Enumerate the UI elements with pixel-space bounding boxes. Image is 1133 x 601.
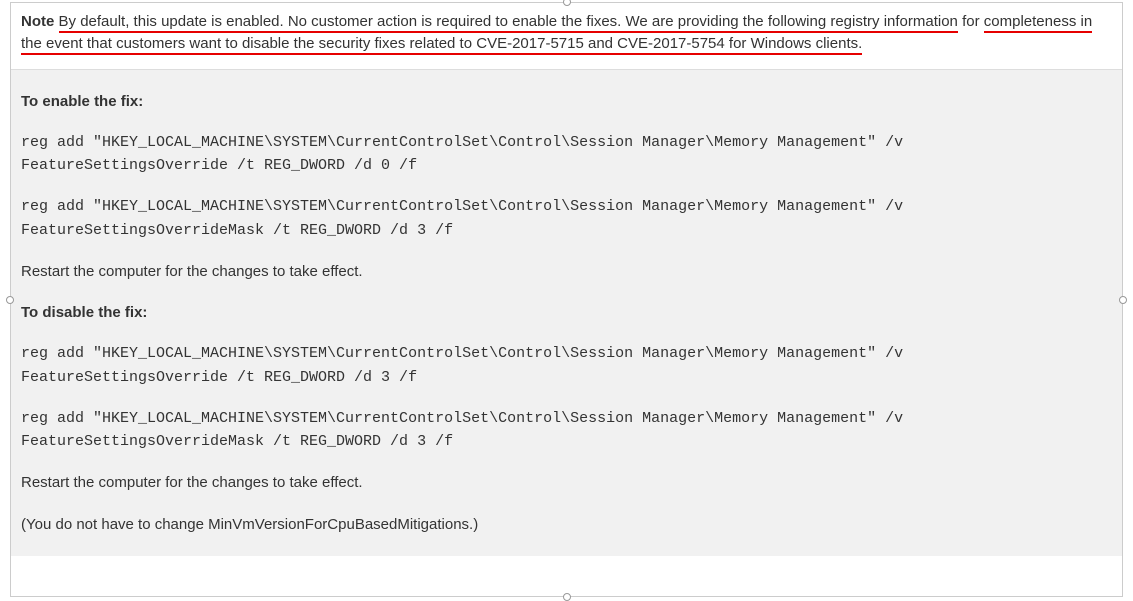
selection-frame: Note By default, this update is enabled.…	[10, 2, 1123, 597]
resize-handle-bottom[interactable]	[563, 593, 571, 601]
resize-handle-right[interactable]	[1119, 296, 1127, 304]
disable-cmd-2: reg add "HKEY_LOCAL_MACHINE\SYSTEM\Curre…	[21, 407, 1112, 454]
note-box: Note By default, this update is enabled.…	[11, 3, 1122, 69]
note-label: Note	[21, 13, 54, 30]
disable-cmd-1: reg add "HKEY_LOCAL_MACHINE\SYSTEM\Curre…	[21, 342, 1112, 389]
enable-restart: Restart the computer for the changes to …	[21, 260, 1112, 283]
resize-handle-left[interactable]	[6, 296, 14, 304]
disable-heading: To disable the fix:	[21, 301, 1112, 324]
enable-cmd-2: reg add "HKEY_LOCAL_MACHINE\SYSTEM\Curre…	[21, 195, 1112, 242]
disable-restart: Restart the computer for the changes to …	[21, 471, 1112, 494]
enable-heading: To enable the fix:	[21, 90, 1112, 113]
enable-cmd-1: reg add "HKEY_LOCAL_MACHINE\SYSTEM\Curre…	[21, 131, 1112, 178]
disable-footnote: (You do not have to change MinVmVersionF…	[21, 513, 1112, 536]
note-underlined-1: By default, this update is enabled. No c…	[59, 13, 958, 33]
code-box: To enable the fix: reg add "HKEY_LOCAL_M…	[11, 69, 1122, 556]
note-mid: for	[962, 13, 984, 30]
